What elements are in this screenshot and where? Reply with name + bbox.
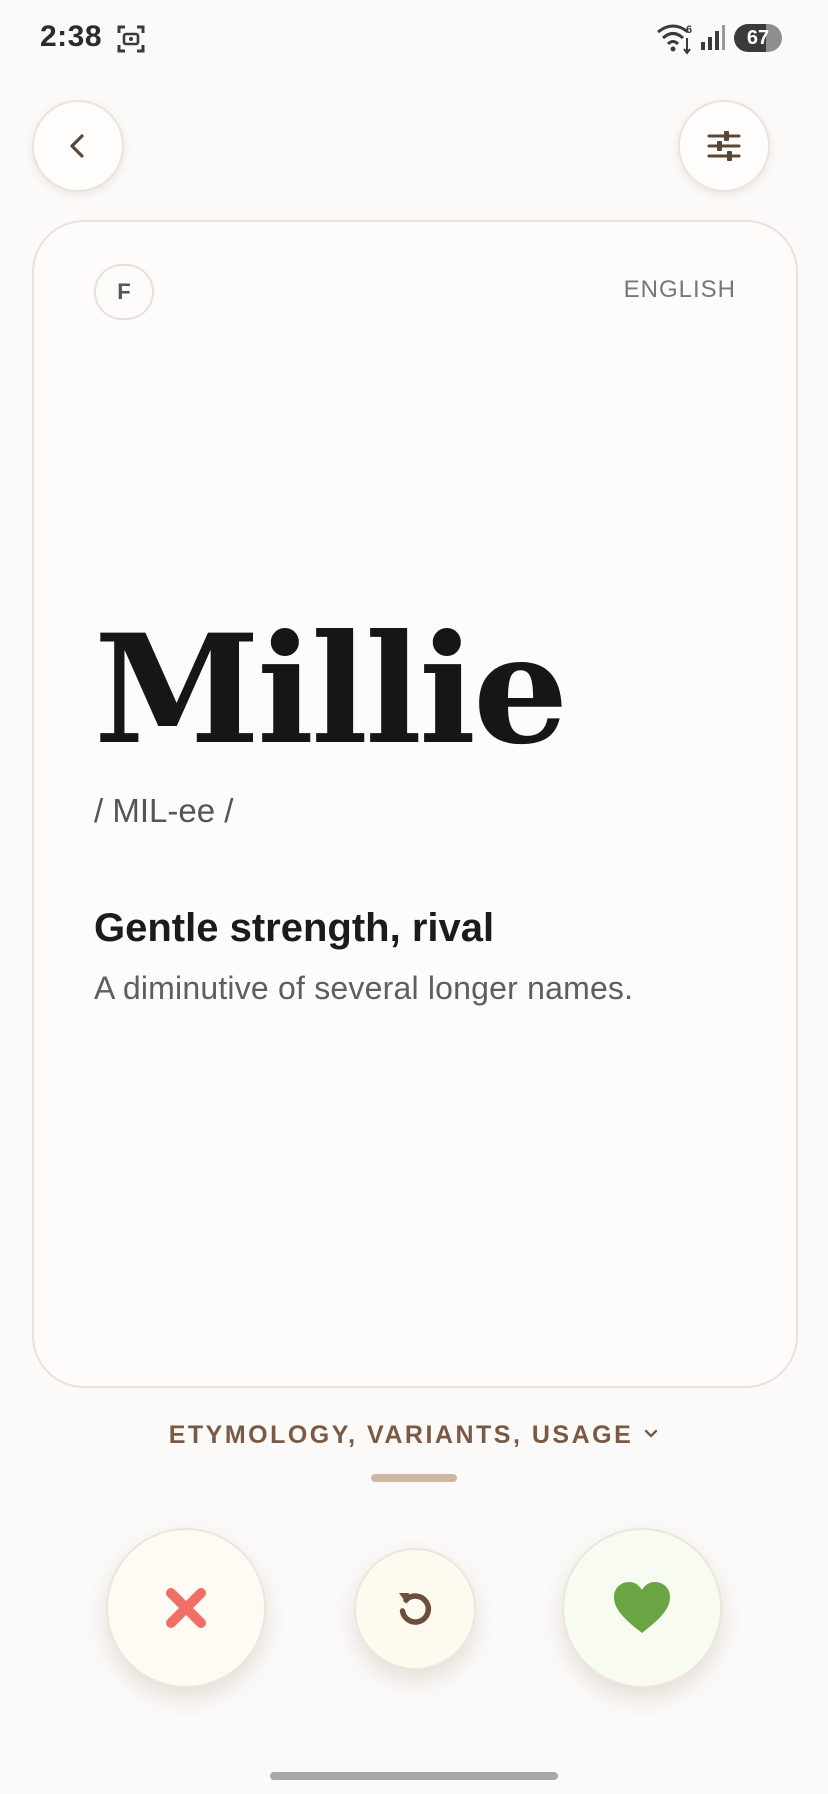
undo-button[interactable] xyxy=(354,1548,476,1670)
heart-icon xyxy=(614,1582,670,1633)
details-toggle-label: ETYMOLOGY, VARIANTS, USAGE xyxy=(168,1421,634,1449)
name-meaning: Gentle strength, rival xyxy=(94,906,495,950)
battery-indicator: 67 xyxy=(734,24,782,52)
back-button[interactable] xyxy=(32,100,124,192)
details-toggle-button[interactable]: ETYMOLOGY, VARIANTS, USAGE xyxy=(0,1418,828,1450)
close-icon xyxy=(166,1588,206,1628)
pronunciation: / MIL-ee / xyxy=(94,792,234,829)
chevron-left-icon xyxy=(70,134,84,158)
like-button[interactable] xyxy=(562,1528,722,1688)
origin-label: ENGLISH xyxy=(623,276,736,303)
undo-icon xyxy=(399,1593,432,1625)
name-title: Millie xyxy=(94,602,568,778)
status-time: 2:38 xyxy=(40,20,103,53)
reject-button[interactable] xyxy=(106,1528,266,1688)
name-card[interactable]: F ENGLISH Millie / MIL-ee / Gentle stren… xyxy=(32,220,798,1388)
chevron-down-icon xyxy=(643,1418,659,1447)
wifi-badge: 6 xyxy=(686,24,692,36)
name-description: A diminutive of several longer names. xyxy=(94,970,634,1006)
filter-button[interactable] xyxy=(678,100,770,192)
screenshot-icon xyxy=(117,25,145,53)
wifi-icon: 6 xyxy=(657,24,692,55)
drag-handle[interactable] xyxy=(371,1474,457,1482)
app-screen: 2:38 6 67 F ENGLISH Millie / MIL-ee / Ge… xyxy=(0,0,828,1794)
sliders-icon xyxy=(707,131,741,161)
signal-icon xyxy=(701,25,725,50)
battery-level: 67 xyxy=(746,27,770,49)
gender-badge: F xyxy=(94,264,154,320)
home-indicator[interactable] xyxy=(270,1772,558,1780)
status-bar: 2:38 6 67 xyxy=(0,0,828,78)
